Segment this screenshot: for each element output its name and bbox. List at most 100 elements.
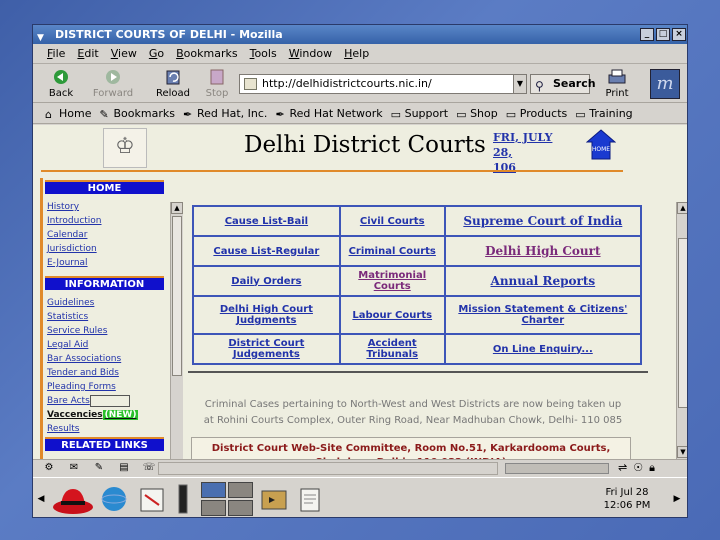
bookmark-home[interactable]: ⌂ Home <box>45 107 91 121</box>
mozilla-logo-icon[interactable]: m <box>650 69 680 99</box>
mail-app-icon[interactable] <box>137 483 167 515</box>
link-cause-list-regular[interactable]: Cause List-Regular <box>192 235 341 267</box>
link-accident-tribunals[interactable]: Accident Tribunals <box>338 333 446 365</box>
sidebar-link-statistics[interactable]: Statistics <box>43 310 166 324</box>
link-daily-orders[interactable]: Daily Orders <box>192 265 341 297</box>
sidebar-link-vaccencies[interactable]: Vaccencies (NEW) <box>43 408 166 422</box>
mail-icon[interactable]: ✉ <box>66 462 82 474</box>
link-supreme-court[interactable]: Supreme Court of India <box>443 205 643 237</box>
url-dropdown-icon[interactable]: ▼ <box>513 74 527 94</box>
workspace-pager[interactable] <box>201 482 253 516</box>
search-button[interactable]: ⚲ Search <box>530 74 596 94</box>
sidebar-scrollbar[interactable]: ▲ <box>170 202 183 459</box>
link-cause-list-bail[interactable]: Cause List-Bail <box>192 205 341 237</box>
print-button[interactable]: Print <box>597 68 637 102</box>
date-link[interactable]: FRI, JULY 28, 106 <box>493 130 573 175</box>
scroll-up-icon[interactable]: ▲ <box>171 202 183 214</box>
link-matrimonial-courts[interactable]: Matrimonial Courts <box>338 265 446 297</box>
folder-icon: ▭ <box>575 108 586 121</box>
menu-help[interactable]: Help <box>344 47 369 60</box>
security-icon[interactable]: ☉ <box>633 461 643 475</box>
maximize-button[interactable]: □ <box>656 28 670 41</box>
navigator-icon[interactable]: ⚙ <box>41 462 57 474</box>
notice-text: Criminal Cases pertaining to North-West … <box>203 399 623 426</box>
clock[interactable]: Fri Jul 28 12:06 PM <box>599 486 655 512</box>
terminal-icon[interactable] <box>173 483 193 515</box>
scroll-thumb[interactable] <box>678 238 687 408</box>
window-titlebar[interactable]: ▼ DISTRICT COURTS OF DELHI - Mozilla _ □… <box>33 25 687 44</box>
panel-hide-right-icon[interactable]: ▶ <box>671 492 683 506</box>
sidebar-link-bare-acts[interactable]: Bare Acts <box>43 394 166 408</box>
lock-icon[interactable]: 🔒︎ <box>649 461 655 475</box>
link-labour-courts[interactable]: Labour Courts <box>338 295 446 335</box>
menu-edit[interactable]: Edit <box>77 47 98 60</box>
menu-window[interactable]: Window <box>289 47 332 60</box>
sidebar-link-service-rules[interactable]: Service Rules <box>43 324 166 338</box>
sidebar-link-bar-associations[interactable]: Bar Associations <box>43 352 166 366</box>
online-status-icon[interactable]: ⇌ <box>618 461 627 475</box>
web-content: ♔ Delhi District Courts FRI, JULY 28, 10… <box>33 125 687 459</box>
sidebar-heading-related-links: RELATED LINKS <box>45 437 164 451</box>
link-mission-statement[interactable]: Mission Statement & Citizens' Charter <box>443 295 643 335</box>
link-high-court-judgments[interactable]: Delhi High Court Judgments <box>192 295 341 335</box>
back-button[interactable]: Back <box>39 68 83 102</box>
scroll-thumb[interactable] <box>172 216 182 376</box>
scroll-up-icon[interactable]: ▲ <box>677 202 687 214</box>
stop-button[interactable]: Stop <box>195 68 239 102</box>
sidebar-link-guidelines[interactable]: Guidelines <box>43 296 166 310</box>
forward-button[interactable]: Forward <box>91 68 135 102</box>
bookmark-training[interactable]: ▭ Training <box>575 107 632 121</box>
menu-bookmarks[interactable]: Bookmarks <box>176 47 237 60</box>
workspace-3[interactable] <box>201 500 226 516</box>
home-icon[interactable]: HOME <box>586 129 616 161</box>
sidebar-link-pleading-forms[interactable]: Pleading Forms <box>43 380 166 394</box>
bookmark-support[interactable]: ▭ Support <box>391 107 448 121</box>
stop-icon <box>210 69 224 85</box>
composer-icon[interactable]: ✎ <box>91 462 107 474</box>
scroll-down-icon[interactable]: ▼ <box>677 446 687 458</box>
panel-hide-left-icon[interactable]: ◀ <box>35 492 47 506</box>
close-button[interactable]: × <box>672 28 686 41</box>
window-menu-icon[interactable]: ▼ <box>37 29 49 43</box>
sidebar-link-history[interactable]: History <box>43 200 166 214</box>
addressbook-icon[interactable]: ▤ <box>116 462 132 474</box>
redhat-menu-icon[interactable] <box>51 481 95 517</box>
link-civil-courts[interactable]: Civil Courts <box>338 205 446 237</box>
menu-go[interactable]: Go <box>149 47 164 60</box>
bookmark-redhat-network[interactable]: ✒ Red Hat Network <box>275 107 382 121</box>
bookmark-products[interactable]: ▭ Products <box>506 107 568 121</box>
workspace-1[interactable] <box>201 482 226 498</box>
sidebar-link-tender-bids[interactable]: Tender and Bids <box>43 366 166 380</box>
link-criminal-courts[interactable]: Criminal Courts <box>338 235 446 267</box>
sidebar-link-calendar[interactable]: Calendar <box>43 228 166 242</box>
document-task-icon[interactable] <box>295 483 325 515</box>
irc-icon[interactable]: ☏ <box>141 462 157 474</box>
sidebar-link-ejournal[interactable]: E-Journal <box>43 256 166 270</box>
menu-tools[interactable]: Tools <box>250 47 277 60</box>
sidebar-link-introduction[interactable]: Introduction <box>43 214 166 228</box>
link-district-court-judgements[interactable]: District Court Judgements <box>192 333 341 365</box>
url-input[interactable]: http://delhidistrictcourts.nic.in/ <box>239 74 524 94</box>
bookmark-shop[interactable]: ▭ Shop <box>456 107 498 121</box>
bookmark-redhat-inc[interactable]: ✒ Red Hat, Inc. <box>183 107 267 121</box>
menu-file[interactable]: File <box>47 47 65 60</box>
page-icon <box>244 78 257 90</box>
browser-task-icon[interactable] <box>259 483 289 515</box>
clock-time: 12:06 PM <box>603 500 651 511</box>
browser-globe-icon[interactable] <box>99 483 129 515</box>
workspace-2[interactable] <box>228 482 253 498</box>
sidebar-link-legal-aid[interactable]: Legal Aid <box>43 338 166 352</box>
sidebar-link-results[interactable]: Results <box>43 422 166 436</box>
bookmark-bookmarks[interactable]: ✎ Bookmarks <box>99 107 174 121</box>
menu-view[interactable]: View <box>111 47 137 60</box>
reload-button[interactable]: Reload <box>151 68 195 102</box>
forward-arrow-icon <box>106 70 120 84</box>
sidebar-link-jurisdiction[interactable]: Jurisdiction <box>43 242 166 256</box>
table-row: Daily Orders Matrimonial Courts Annual R… <box>192 265 643 297</box>
link-delhi-high-court[interactable]: Delhi High Court <box>443 235 643 267</box>
main-scrollbar[interactable]: ▲ ▼ <box>676 202 687 459</box>
link-online-enquiry[interactable]: On Line Enquiry... <box>443 333 643 365</box>
link-annual-reports[interactable]: Annual Reports <box>443 265 643 297</box>
minimize-button[interactable]: _ <box>640 28 654 41</box>
workspace-4[interactable] <box>228 500 253 516</box>
